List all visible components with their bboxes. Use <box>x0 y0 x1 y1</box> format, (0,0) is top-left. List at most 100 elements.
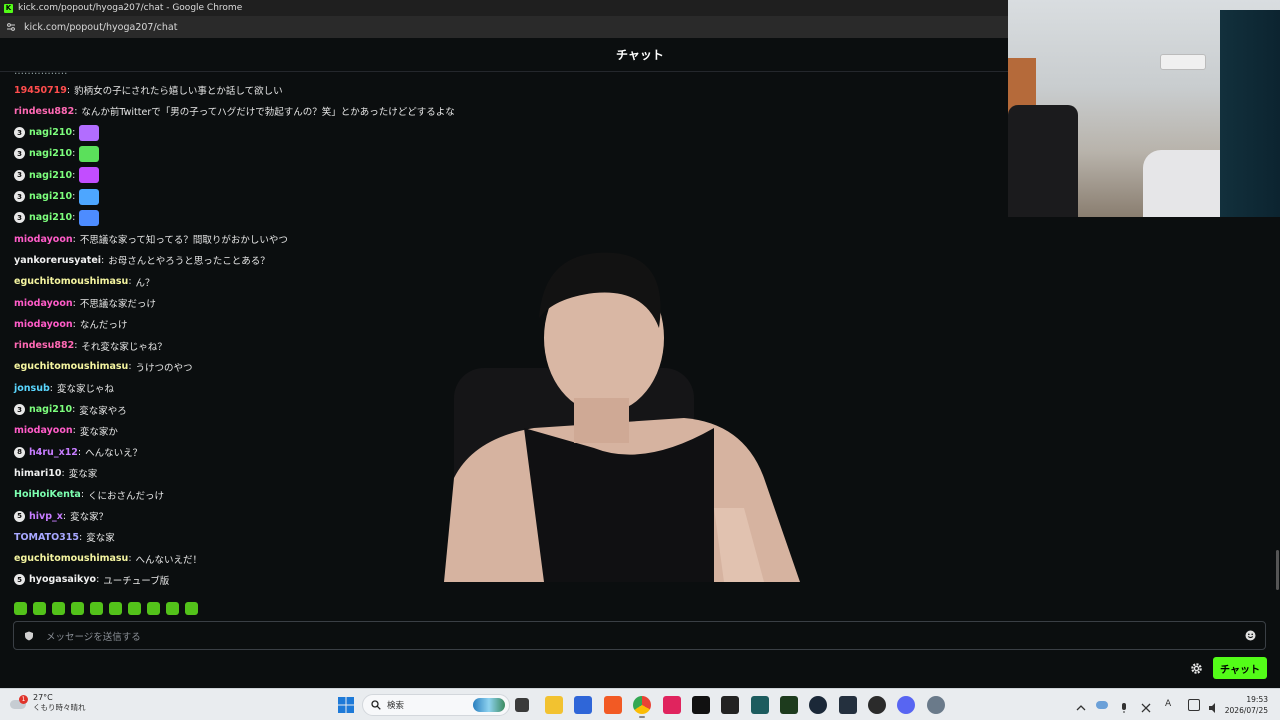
emote-3[interactable] <box>52 601 65 615</box>
chat-username[interactable]: TOMATO315 <box>14 532 79 543</box>
chat-input-placeholder[interactable]: メッセージを送信する <box>46 629 141 643</box>
chat-input-box[interactable]: メッセージを送信する <box>13 621 1266 650</box>
subscriber-badge-icon[interactable]: 3 <box>14 169 25 181</box>
discord-icon[interactable] <box>897 696 915 714</box>
taskbar-clock[interactable]: 19:53 2026/07/25 <box>1225 694 1268 716</box>
chat-username[interactable]: nagi210 <box>29 148 72 159</box>
subscriber-badge-icon[interactable]: 3 <box>14 404 25 415</box>
search-highlight-art <box>473 698 505 712</box>
emote-2[interactable] <box>33 601 46 615</box>
subscriber-badge-icon[interactable]: 8 <box>14 446 25 458</box>
chat-username[interactable]: nagi210 <box>29 191 72 202</box>
chat-message-text: 変な家やろ <box>79 405 127 417</box>
chat-username[interactable]: HoiHoiKenta <box>14 489 81 500</box>
chat-username[interactable]: 19450719 <box>14 85 67 96</box>
chat-emote[interactable] <box>79 145 100 162</box>
chat-username[interactable]: jonsub <box>14 383 50 394</box>
send-chat-button[interactable]: チャット <box>1213 657 1267 679</box>
chat-message: miodayoon: 不思議な家って知ってる？間取りがおかしいやつ <box>14 230 288 248</box>
emote-9[interactable] <box>166 601 179 615</box>
emote-4[interactable] <box>71 601 84 615</box>
chat-settings-gear-icon[interactable] <box>1188 660 1204 676</box>
chat-message: 19450719: 豹柄女の子にされたら嬉しい事とか話して欲しい <box>14 81 283 99</box>
chat-username[interactable]: h4ru_x12 <box>29 447 78 458</box>
site-info-icon[interactable] <box>6 22 16 32</box>
chat-message: yankorerusyatei: お母さんとやろうと思ったことある？ <box>14 251 270 269</box>
search-placeholder[interactable]: 検索 <box>387 699 404 711</box>
app-icon-dark[interactable] <box>721 696 739 714</box>
chat-message-text: それ変な家じゃね？ <box>81 341 167 353</box>
chat-message-text: 変な家 <box>68 469 98 481</box>
tray-chevron-up-icon[interactable] <box>1075 699 1087 711</box>
chat-username[interactable]: eguchitomoushimasu <box>14 553 128 564</box>
file-explorer-icon[interactable] <box>545 696 563 714</box>
chat-username[interactable]: nagi210 <box>29 127 72 138</box>
chat-username[interactable]: yankorerusyatei <box>14 255 101 266</box>
url-text[interactable]: kick.com/popout/hyoga207/chat <box>24 22 177 33</box>
subscriber-badge-icon[interactable]: 3 <box>14 212 25 224</box>
task-view-icon[interactable] <box>515 698 529 712</box>
settings-gear-icon[interactable] <box>927 696 945 714</box>
username-separator: : <box>72 318 76 330</box>
chat-username[interactable]: miodayoon <box>14 425 73 436</box>
chat-username[interactable]: miodayoon <box>14 234 73 245</box>
tiktok-icon[interactable] <box>692 696 710 714</box>
chat-message: 5 hivp_x: 変な家？ <box>14 507 108 525</box>
network-disconnected-icon[interactable] <box>1140 699 1152 713</box>
chat-emote[interactable] <box>79 167 100 184</box>
chat-message: 3 nagi210: 変な家やろ <box>14 401 127 419</box>
emote-6[interactable] <box>109 601 122 615</box>
chat-username[interactable]: nagi210 <box>29 404 72 415</box>
emote-10[interactable] <box>185 601 198 615</box>
chat-username[interactable]: eguchitomoushimasu <box>14 361 128 372</box>
chat-username[interactable]: miodayoon <box>14 319 73 330</box>
username-separator: : <box>72 191 76 202</box>
subscriber-badge-icon[interactable]: 3 <box>14 191 25 202</box>
windows-start-icon[interactable] <box>337 696 355 714</box>
app-icon-blue[interactable] <box>574 696 592 714</box>
emote-5[interactable] <box>90 601 103 615</box>
obs-icon[interactable] <box>868 696 886 714</box>
display-icon[interactable] <box>1188 699 1200 711</box>
chat-username[interactable]: nagi210 <box>29 170 72 181</box>
chat-emote[interactable] <box>79 188 100 205</box>
steam-icon[interactable] <box>809 696 827 714</box>
subscriber-badge-icon[interactable]: 5 <box>14 574 25 586</box>
chat-username[interactable]: rindesu882 <box>14 340 74 351</box>
taskbar-search[interactable]: 検索 <box>362 694 510 716</box>
chat-username[interactable]: hivp_x <box>29 511 63 522</box>
weather-widget[interactable]: 1 27°C くもり時々晴れ <box>10 693 86 713</box>
chat-username[interactable]: rindesu882 <box>14 106 74 117</box>
weather-condition: くもり時々晴れ <box>33 703 86 712</box>
chat-message-text: へんないえだ！ <box>135 554 203 566</box>
subscriber-badge-icon[interactable]: 3 <box>14 148 25 160</box>
chat-username[interactable]: nagi210 <box>29 212 72 223</box>
volume-icon[interactable] <box>1208 699 1220 713</box>
chat-username[interactable]: miodayoon <box>14 298 73 309</box>
chat-username[interactable]: hyogasaikyo <box>29 574 96 585</box>
app-icon-teal[interactable] <box>751 696 769 714</box>
subscriber-badge-icon[interactable]: 3 <box>14 127 25 139</box>
weather-cloud-icon: 1 <box>10 695 28 711</box>
emote-1[interactable] <box>14 601 27 615</box>
chat-username[interactable]: eguchitomoushimasu <box>14 276 128 287</box>
language-icon[interactable]: A <box>1165 699 1177 711</box>
chat-scrollbar[interactable] <box>1276 550 1279 590</box>
emoji-picker-icon[interactable] <box>1245 630 1256 641</box>
chat-emote[interactable] <box>79 209 100 226</box>
brave-browser-icon[interactable] <box>604 696 622 714</box>
app-icon-red[interactable] <box>663 696 681 714</box>
chat-username[interactable]: himari10 <box>14 468 62 479</box>
username-separator: : <box>66 84 71 96</box>
microphone-icon[interactable] <box>1118 699 1130 713</box>
chrome-icon[interactable] <box>633 696 651 714</box>
address-bar[interactable]: kick.com/popout/hyoga207/chat <box>0 16 1008 38</box>
chat-emote[interactable] <box>79 124 100 141</box>
subscriber-badge-icon[interactable]: 5 <box>14 510 25 522</box>
app-icon-navy[interactable] <box>839 696 857 714</box>
emote-7[interactable] <box>128 601 141 615</box>
emote-8[interactable] <box>147 601 160 615</box>
username-separator: : <box>128 553 132 565</box>
onedrive-icon[interactable] <box>1096 701 1108 709</box>
app-icon-green[interactable] <box>780 696 798 714</box>
